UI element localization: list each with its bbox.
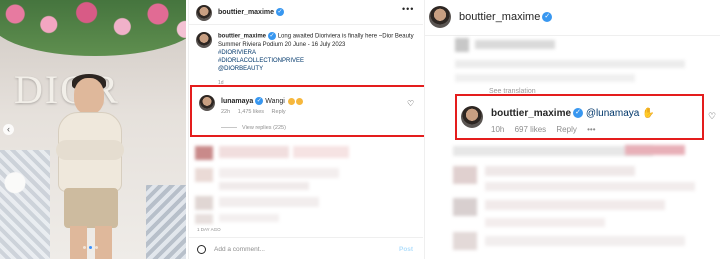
blurred-comment: [485, 218, 605, 227]
blurred-comment: [455, 74, 635, 82]
carousel-dot: [83, 246, 86, 249]
blurred-avatar: [453, 166, 477, 184]
blurred-comment: [485, 166, 635, 176]
highlight-box-reply: [455, 94, 704, 140]
caption-author[interactable]: bouttier_maxime: [218, 34, 266, 40]
hashtag[interactable]: #DIORLACOLLECTIONPRIVEE: [218, 57, 416, 65]
verified-badge-icon: ✓: [268, 32, 277, 40]
divider: [189, 237, 423, 238]
blurred-comment: [485, 200, 665, 210]
avatar[interactable]: [429, 6, 451, 28]
divider: [189, 24, 423, 25]
carousel-prev-icon[interactable]: ‹: [3, 124, 14, 135]
carousel-dots: [83, 246, 98, 249]
blurred-comment: [475, 40, 555, 49]
zoom-author-name[interactable]: bouttier_maxime: [459, 11, 540, 23]
blurred-avatar: [195, 214, 213, 224]
caption-avatar[interactable]: [196, 32, 212, 48]
heart-icon[interactable]: ♡: [708, 111, 716, 122]
smiley-icon[interactable]: [197, 245, 206, 254]
post-photo[interactable]: DIOR ‹: [0, 0, 186, 259]
hashtag[interactable]: #DIORIVIERA: [218, 49, 416, 57]
verified-badge-icon: ✓: [542, 12, 553, 23]
verified-badge-icon: ✓: [276, 8, 285, 16]
dior-logo: DIOR: [14, 67, 120, 112]
blurred-avatar: [195, 196, 213, 210]
mention-link[interactable]: @DIORBEAUTY: [218, 65, 416, 73]
blurred-comment: [453, 146, 653, 156]
carousel-dot-active: [89, 246, 92, 249]
post-caption: bouttier_maxime ✓ Long awaited Dioriviera…: [218, 32, 416, 73]
blurred-comment: [219, 214, 279, 222]
blurred-avatar: [195, 168, 213, 182]
blurred-comment: [219, 197, 319, 207]
blurred-comment: [293, 146, 349, 158]
flower-arch: [0, 0, 186, 56]
post-author-name[interactable]: bouttier_maxime: [218, 9, 274, 16]
decor-left: [0, 150, 50, 259]
blurred-comment: [485, 182, 695, 191]
blurred-comment: [625, 145, 685, 155]
zoom-author[interactable]: bouttier_maxime ✓: [459, 11, 553, 23]
blurred-comment: [455, 60, 685, 68]
blurred-avatar: [453, 232, 477, 250]
blurred-avatar: [195, 146, 213, 160]
blurred-comment: [219, 168, 339, 178]
post-author[interactable]: bouttier_maxime ✓: [218, 8, 285, 16]
add-comment-input[interactable]: Add a comment...: [214, 246, 265, 253]
blurred-comment: [219, 146, 289, 158]
blurred-avatar: [453, 198, 477, 216]
blurred-comment: [485, 236, 685, 246]
more-options-icon[interactable]: •••: [402, 4, 414, 14]
decor-right: [146, 185, 186, 259]
post-comment-button[interactable]: Post: [399, 246, 413, 253]
blurred-comment: [219, 182, 309, 190]
divider: [425, 35, 720, 36]
post-timestamp: 1 DAY AGO: [197, 227, 221, 232]
avatar[interactable]: [196, 5, 212, 21]
blurred-avatar: [455, 38, 469, 52]
carousel-dot: [95, 246, 98, 249]
highlight-box-comment: [190, 85, 427, 137]
